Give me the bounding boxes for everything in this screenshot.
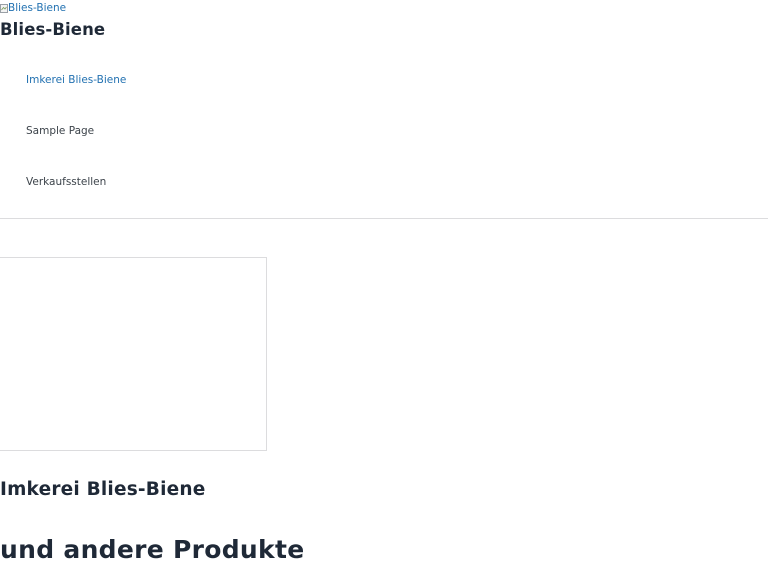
site-title[interactable]: Blies-Biene [0,19,105,41]
logo-alt-text: Blies-Biene [8,2,67,14]
content-heading: und andere Produkte [0,535,305,564]
broken-image-icon [0,3,8,13]
nav-item-imkerei-blies-biene[interactable]: Imkerei Blies-Biene [26,73,126,87]
post-title[interactable]: Imkerei Blies-Biene [0,477,206,503]
site-logo-link[interactable]: Blies-Biene [0,1,66,15]
nav-item-verkaufsstellen[interactable]: Verkaufsstellen [26,175,106,189]
page: Blies-Biene Blies-Biene Imkerei Blies-Bi… [0,0,768,576]
nav-item-sample-page[interactable]: Sample Page [26,124,94,138]
header-divider [0,218,768,219]
featured-image-placeholder [0,257,267,451]
